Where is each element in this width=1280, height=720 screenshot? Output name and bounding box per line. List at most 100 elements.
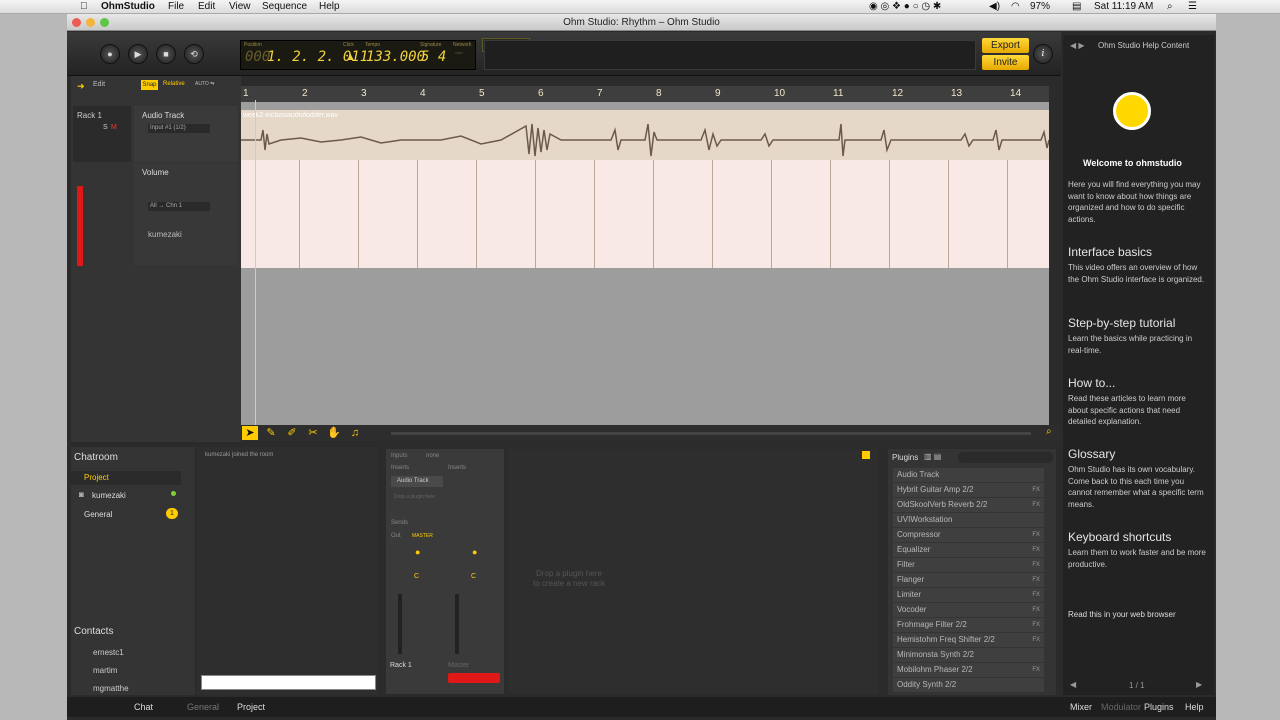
help-section-title[interactable]: Keyboard shortcuts [1068, 530, 1171, 544]
plugin-item[interactable]: OldSkoolVerb Reverb 2/2 FX [893, 498, 1044, 512]
plugin-item[interactable]: Filter FX [893, 558, 1044, 572]
invite-button[interactable]: Invite [982, 55, 1029, 70]
help-section-title[interactable]: How to... [1068, 376, 1115, 390]
master-fader[interactable] [455, 594, 459, 654]
hand-tool-icon[interactable]: ✋ [326, 426, 342, 440]
app-menu[interactable]: OhmStudio [101, 1, 155, 12]
zoom-button[interactable] [100, 18, 109, 27]
plugin-item[interactable]: UVIWorkstation [893, 513, 1044, 527]
plugin-search-input[interactable] [958, 452, 1053, 463]
audio-track-insert[interactable]: Audio Track [391, 476, 443, 487]
input-select[interactable]: Input #1 (1/2) [148, 124, 210, 133]
timeline-ruler[interactable]: 1 2 3 4 5 6 7 8 9 10 11 12 13 14 [241, 86, 1049, 102]
plugin-item[interactable]: Vocoder FX [893, 603, 1044, 617]
modulator-tab[interactable]: Modulator [1101, 702, 1141, 712]
volume-track-header[interactable]: Volume All → Chn 1 kumezaki [134, 163, 238, 265]
play-button[interactable]: ▶ [128, 44, 148, 64]
info-button[interactable]: i [1033, 44, 1053, 64]
pencil-tool-icon[interactable]: ✎ [263, 426, 279, 440]
record-button[interactable]: ● [100, 44, 120, 64]
pointer-tool-icon[interactable]: ➤ [242, 426, 258, 440]
plugin-item[interactable]: Frohmage Filter 2/2 FX [893, 618, 1044, 632]
close-button[interactable] [72, 18, 81, 27]
edit-arrow-icon[interactable]: ➜ [77, 81, 85, 92]
project-room[interactable]: Project [71, 471, 181, 485]
plugin-item[interactable]: Hemistohm Freq Shifter 2/2 FX [893, 633, 1044, 647]
help-nav-icon[interactable]: ◀ ▶ [1070, 41, 1085, 50]
mute-button[interactable]: M [111, 124, 117, 131]
auto-button[interactable]: AUTO ⇆ [195, 81, 214, 87]
plugin-item[interactable]: Audio Track [893, 468, 1044, 482]
plugin-filter-icon[interactable]: ▥ ▤ [924, 452, 941, 461]
notification-icon[interactable]: ☰ [1188, 1, 1197, 12]
contact-item[interactable]: ernestc1 [93, 648, 124, 657]
snap-button[interactable]: Snap [141, 80, 158, 90]
note-tool-icon[interactable]: ♫ [347, 426, 363, 440]
zoom-icon[interactable]: ⌕ [1046, 426, 1052, 437]
help-prev-icon[interactable]: ◀ [1070, 680, 1076, 689]
plugin-item[interactable]: Mobilohm Phaser 2/2 FX [893, 663, 1044, 677]
minimize-button[interactable] [86, 18, 95, 27]
scissors-tool-icon[interactable]: ✂ [305, 426, 321, 440]
mixer-tab[interactable]: Mixer [1070, 702, 1092, 712]
clock[interactable]: Sat 11:19 AM [1094, 1, 1153, 12]
stop-button[interactable]: ■ [156, 44, 176, 64]
tempo-value[interactable]: 133.000 [366, 49, 425, 65]
draw-tool-icon[interactable]: ✐ [284, 426, 300, 440]
general-room[interactable]: General [84, 510, 112, 519]
routing-select[interactable]: All → Chn 1 [148, 202, 210, 211]
plugin-drop-zone[interactable]: Drop a plugin here to create a new rack [508, 449, 878, 694]
out-select[interactable]: MASTER [412, 533, 433, 539]
signature-value[interactable]: 5 4 [421, 49, 446, 65]
apple-icon[interactable]:  [80, 1, 88, 12]
help-section-title[interactable]: Glossary [1068, 447, 1115, 461]
pan-knob-icon[interactable]: ● [472, 547, 477, 557]
export-button[interactable]: Export [982, 38, 1029, 53]
audio-track-header[interactable]: Audio Track Input #1 (1/2) [134, 106, 238, 162]
plugin-item[interactable]: Limiter FX [893, 588, 1044, 602]
plugin-item[interactable]: Hybrit Guitar Amp 2/2 FX [893, 483, 1044, 497]
track-fader[interactable] [398, 594, 402, 654]
wifi-icon[interactable]: ◠ [1011, 1, 1020, 12]
contact-item[interactable]: mgmatthe [93, 684, 129, 693]
metronome-icon[interactable]: ▲ [345, 51, 356, 63]
menu-edit[interactable]: Edit [198, 1, 215, 12]
chat-tab[interactable]: Chat [134, 702, 153, 712]
horizontal-scrollbar[interactable] [391, 432, 1031, 435]
menu-sequence[interactable]: Sequence [262, 1, 307, 12]
rack-header[interactable]: Rack 1 S M [73, 106, 131, 162]
volume-lane[interactable] [241, 160, 1049, 427]
battery-percent[interactable]: 97% [1030, 1, 1050, 12]
pan-knob-icon[interactable]: ● [415, 547, 420, 557]
contact-item[interactable]: martim [93, 666, 117, 675]
status-icons[interactable]: ◉ ◎ ❖ ● ○ ◷ ✱ [869, 1, 941, 12]
master-mute-bar[interactable] [448, 673, 500, 683]
relative-button[interactable]: Relative [163, 81, 185, 87]
plugin-item[interactable]: Minimonsta Synth 2/2 [893, 648, 1044, 662]
plugins-tab[interactable]: Plugins [1144, 702, 1174, 712]
menu-view[interactable]: View [229, 1, 251, 12]
project-tab[interactable]: Project [237, 702, 265, 712]
menu-help[interactable]: Help [319, 1, 340, 12]
help-section-title[interactable]: Step-by-step tutorial [1068, 316, 1175, 330]
pin-icon[interactable] [862, 451, 870, 459]
plugin-item[interactable]: Flanger FX [893, 573, 1044, 587]
plugin-item[interactable]: Equalizer FX [893, 543, 1044, 557]
help-browser-link[interactable]: Read this in your web browser [1068, 610, 1176, 619]
general-tab[interactable]: General [187, 702, 219, 712]
playhead[interactable] [255, 100, 256, 425]
menu-file[interactable]: File [168, 1, 184, 12]
empty-lane[interactable] [241, 268, 1049, 429]
help-section-title[interactable]: Interface basics [1068, 245, 1152, 259]
help-tab[interactable]: Help [1185, 702, 1204, 712]
volume-icon[interactable]: ◀) [989, 1, 1000, 12]
edit-label[interactable]: Edit [93, 81, 105, 88]
loop-button[interactable]: ⟲ [184, 44, 204, 64]
room-member[interactable]: kumezaki [92, 491, 126, 500]
plugin-item[interactable]: Compressor FX [893, 528, 1044, 542]
audio-clip[interactable]: week2-inclassaudiofodder.wav [241, 110, 1049, 160]
chat-input[interactable] [201, 675, 376, 690]
spotlight-icon[interactable]: ⌕ [1167, 1, 1173, 12]
flag-icon[interactable]: ▤ [1072, 1, 1081, 12]
plugin-item[interactable]: Oddity Synth 2/2 [893, 678, 1044, 692]
